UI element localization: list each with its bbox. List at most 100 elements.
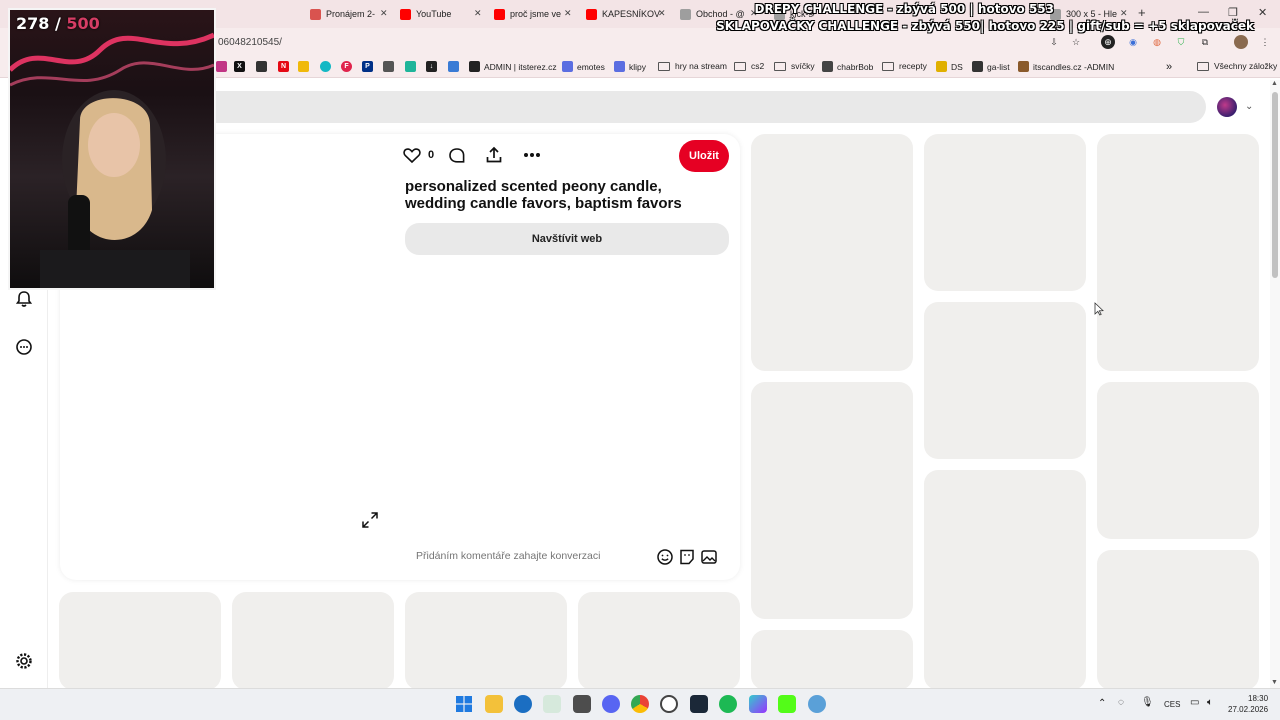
- pin-placeholder[interactable]: [751, 134, 913, 371]
- bell-icon[interactable]: [14, 289, 34, 309]
- tray-overflow-icon[interactable]: ⌃: [1098, 698, 1106, 709]
- bookmark-netflix-icon[interactable]: N: [278, 61, 293, 72]
- maximize-icon[interactable]: ❐: [1228, 6, 1238, 19]
- bookmark-item[interactable]: emotes: [562, 61, 605, 72]
- minecraft-icon[interactable]: [573, 695, 591, 713]
- bookmark-paypal-icon[interactable]: P: [362, 61, 377, 72]
- obs-icon[interactable]: [660, 695, 678, 713]
- bookmark-folder[interactable]: cs2: [734, 61, 764, 71]
- emoji-icon[interactable]: [656, 548, 674, 566]
- more-options-icon[interactable]: [523, 152, 541, 158]
- bookmarks-overflow-icon[interactable]: »: [1166, 61, 1172, 73]
- excel-icon[interactable]: [543, 695, 561, 713]
- visit-website-button[interactable]: Navštívit web: [405, 223, 729, 255]
- tab-close-icon[interactable]: ✕: [658, 8, 666, 19]
- menu-icon[interactable]: ⋮: [1258, 35, 1272, 49]
- messages-icon[interactable]: [14, 337, 34, 357]
- new-tab-button[interactable]: +: [1138, 5, 1146, 20]
- puzzle-icon[interactable]: ⧉: [1198, 35, 1212, 49]
- pin-placeholder[interactable]: [751, 382, 913, 619]
- globe-app-icon[interactable]: [808, 695, 826, 713]
- bookmark-icon[interactable]: [448, 61, 463, 72]
- browser-tab[interactable]: proč jsme ve: [494, 4, 570, 24]
- steam-icon[interactable]: [690, 695, 708, 713]
- app-icon[interactable]: [749, 695, 767, 713]
- bookmark-icon[interactable]: [298, 61, 313, 72]
- shield-icon[interactable]: ⛉: [1174, 35, 1188, 49]
- bookmark-folder[interactable]: svíčky: [774, 61, 815, 71]
- url-text[interactable]: 060482105​45/: [218, 37, 282, 48]
- bookmark-item[interactable]: klipy: [614, 61, 646, 72]
- bookmark-item[interactable]: ga-list: [972, 61, 1010, 72]
- discord-icon[interactable]: [602, 695, 620, 713]
- install-app-icon[interactable]: ⇩: [1047, 35, 1061, 49]
- bookmark-folder[interactable]: recepty: [882, 61, 927, 71]
- microphone-icon[interactable]: 🎙︎: [1141, 697, 1154, 708]
- clock-date[interactable]: 27.02.2026: [1228, 705, 1268, 714]
- pin-placeholder[interactable]: [1097, 134, 1259, 371]
- browser-tab[interactable]: Pronájem 2-: [310, 4, 386, 24]
- browser-tab[interactable]: YouTube: [400, 4, 480, 24]
- comment-input[interactable]: [416, 550, 646, 562]
- profile-avatar-icon[interactable]: [1234, 35, 1248, 49]
- tab-close-icon[interactable]: ✕: [380, 8, 388, 19]
- avatar[interactable]: [1217, 97, 1237, 117]
- language-indicator[interactable]: CES: [1164, 700, 1180, 709]
- share-icon[interactable]: [485, 146, 503, 164]
- scroll-up-icon[interactable]: ▲: [1271, 80, 1278, 87]
- minimize-icon[interactable]: —: [1198, 6, 1209, 18]
- display-icon[interactable]: ▭: [1190, 697, 1199, 708]
- windows-start-icon[interactable]: [456, 696, 472, 712]
- bookmark-icon[interactable]: [320, 61, 335, 72]
- settings-gear-icon[interactable]: [14, 651, 34, 671]
- bookmark-folder[interactable]: hry na stream: [658, 61, 727, 71]
- bookmark-item[interactable]: chabrBob: [822, 61, 873, 72]
- tab-close-icon[interactable]: ✕: [474, 8, 482, 19]
- pin-placeholder[interactable]: [232, 592, 394, 690]
- save-button[interactable]: Uložit: [679, 140, 729, 172]
- heart-icon[interactable]: [403, 147, 421, 164]
- pin-placeholder[interactable]: [59, 592, 221, 690]
- bookmark-download-icon[interactable]: ↓: [426, 61, 441, 72]
- extension-icon[interactable]: ⊕: [1101, 35, 1115, 49]
- extension-icon[interactable]: ◍: [1150, 35, 1164, 49]
- tab-close-icon[interactable]: ✕: [564, 8, 572, 19]
- bookmark-star-icon[interactable]: ☆: [1069, 35, 1083, 49]
- bookmark-item[interactable]: ADMIN | itsterez.cz: [469, 61, 557, 72]
- network-icon[interactable]: ◌: [1118, 697, 1124, 708]
- search-input[interactable]: [60, 91, 1206, 123]
- pin-placeholder[interactable]: [578, 592, 740, 690]
- kick-icon[interactable]: [778, 695, 796, 713]
- comment-icon[interactable]: [448, 147, 466, 165]
- bookmark-instagram-icon[interactable]: [216, 61, 231, 72]
- spotify-icon[interactable]: [719, 695, 737, 713]
- bookmark-item[interactable]: itscandles.cz -ADMIN: [1018, 61, 1114, 72]
- chrome-icon[interactable]: [631, 695, 649, 713]
- file-explorer-icon[interactable]: [485, 695, 503, 713]
- bookmark-icon[interactable]: [405, 61, 420, 72]
- pin-placeholder[interactable]: [751, 630, 913, 690]
- volume-icon[interactable]: 🔈︎: [1207, 697, 1213, 708]
- sticker-icon[interactable]: [678, 548, 696, 566]
- scrollbar-thumb[interactable]: [1272, 92, 1278, 278]
- pin-placeholder[interactable]: [924, 134, 1086, 291]
- bookmark-x-icon[interactable]: X: [234, 61, 249, 72]
- chevron-down-icon[interactable]: ⌄: [1245, 101, 1253, 112]
- expand-icon[interactable]: [361, 511, 379, 529]
- pin-placeholder[interactable]: [1097, 550, 1259, 690]
- scroll-down-icon[interactable]: ▼: [1271, 679, 1278, 686]
- browser-tab[interactable]: KAPESNÍKOV: [586, 4, 664, 24]
- pin-placeholder[interactable]: [924, 302, 1086, 459]
- close-window-icon[interactable]: ✕: [1258, 6, 1267, 19]
- bookmark-icon[interactable]: [383, 61, 398, 72]
- pin-placeholder[interactable]: [405, 592, 567, 690]
- tab-close-icon[interactable]: ✕: [1120, 8, 1128, 19]
- pin-placeholder[interactable]: [1097, 382, 1259, 539]
- clock-time[interactable]: 18:30: [1248, 694, 1268, 703]
- all-bookmarks[interactable]: Všechny záložky: [1197, 61, 1277, 71]
- bookmark-icon[interactable]: F: [341, 61, 356, 72]
- bookmark-item[interactable]: DS: [936, 61, 963, 72]
- edge-icon[interactable]: [514, 695, 532, 713]
- audio-icon[interactable]: ◉: [1126, 35, 1140, 49]
- pin-placeholder[interactable]: [924, 470, 1086, 690]
